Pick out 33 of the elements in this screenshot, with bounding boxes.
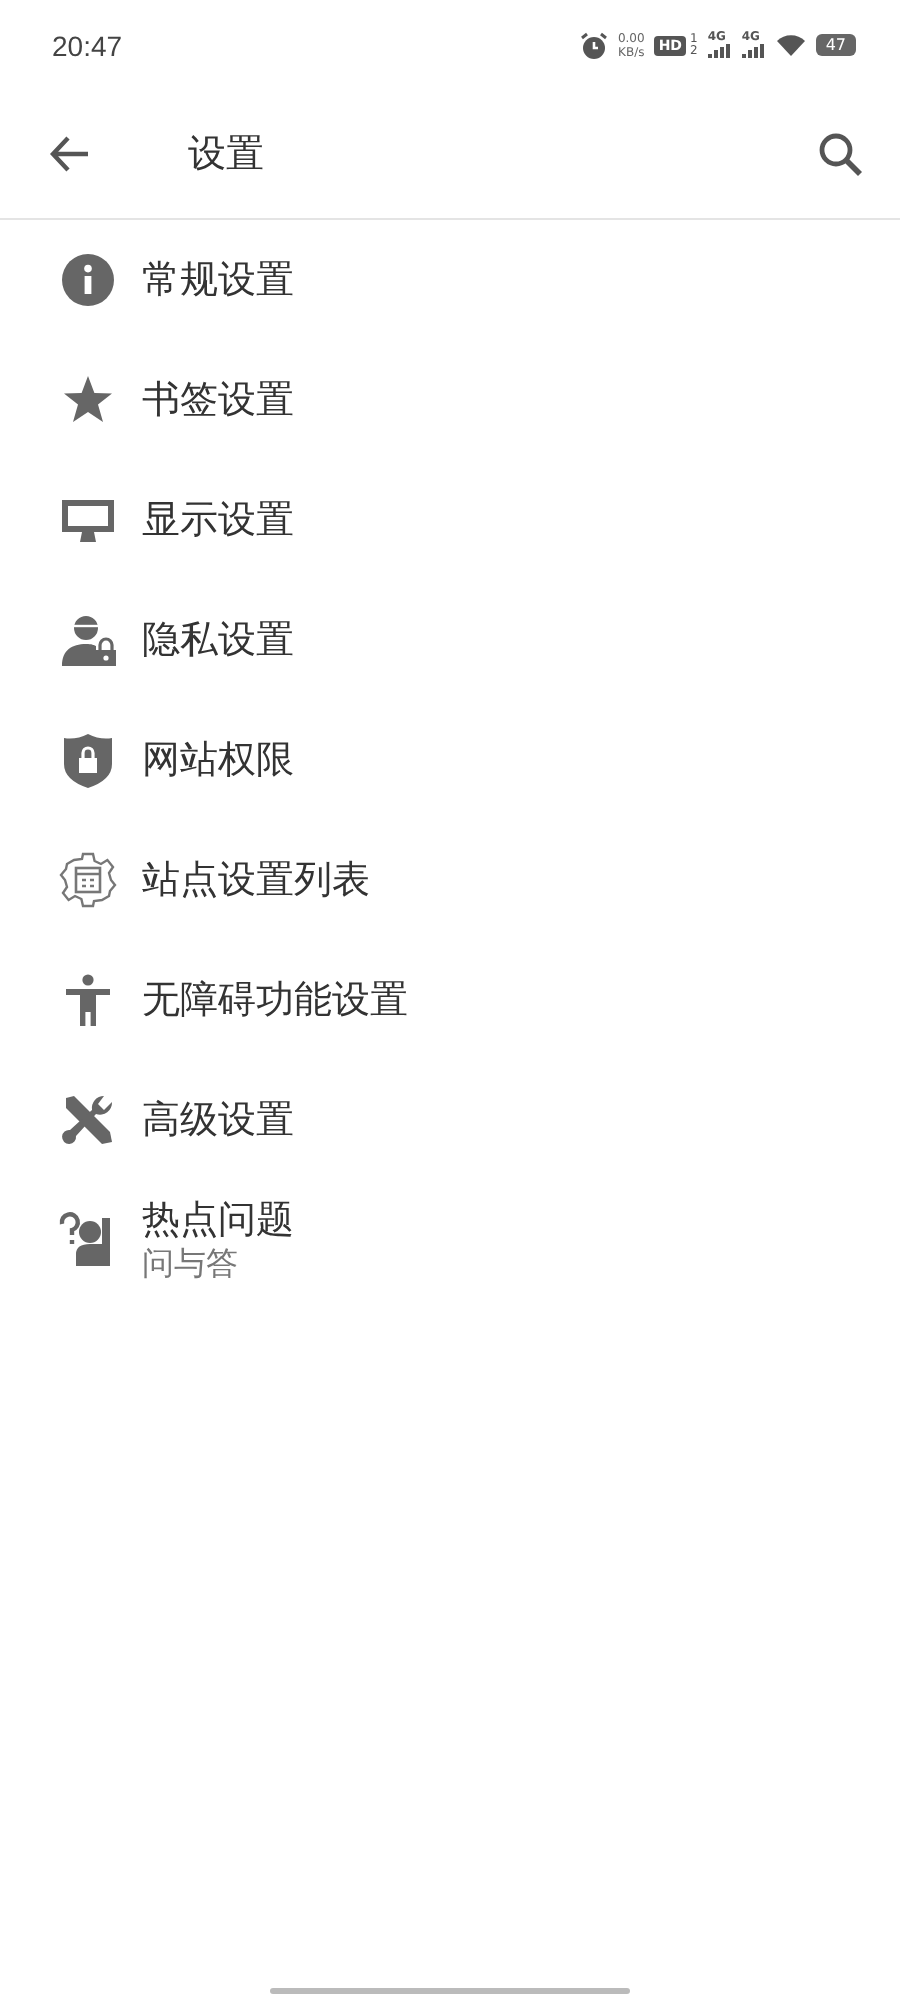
settings-item[interactable]: 站点设置列表 — [0, 820, 900, 940]
settings-item[interactable]: 网站权限 — [0, 700, 900, 820]
alarm-icon — [579, 31, 608, 59]
item-label: 隐私设置 — [142, 616, 294, 664]
wifi-icon — [775, 33, 806, 57]
item-label: 常规设置 — [142, 256, 294, 304]
info-icon — [58, 250, 118, 310]
wrench-screwdriver-icon — [58, 1090, 118, 1150]
settings-item[interactable]: 隐私设置 — [0, 580, 900, 700]
settings-item[interactable]: 书签设置 — [0, 340, 900, 460]
item-label: 无障碍功能设置 — [142, 976, 408, 1024]
page-title: 设置 — [188, 130, 264, 180]
item-label: 网站权限 — [142, 736, 294, 784]
back-arrow-icon — [48, 132, 92, 176]
item-label: 书签设置 — [142, 376, 294, 424]
item-label: 显示设置 — [142, 496, 294, 544]
gear-grid-icon — [58, 850, 118, 910]
status-time: 20:47 — [52, 29, 123, 61]
signal-icon — [707, 44, 732, 58]
settings-item[interactable]: 热点问题 问与答 — [0, 1180, 900, 1300]
settings-item[interactable]: 显示设置 — [0, 460, 900, 580]
item-label: 高级设置 — [142, 1096, 294, 1144]
search-icon — [816, 130, 864, 178]
signal-icon — [741, 44, 766, 58]
item-subtitle: 问与答 — [142, 1244, 240, 1284]
item-label: 热点问题 — [142, 1196, 294, 1244]
item-label: 站点设置列表 — [142, 856, 370, 904]
battery-indicator: 47 — [815, 34, 856, 56]
settings-item[interactable]: 常规设置 — [0, 220, 900, 340]
settings-item[interactable]: 高级设置 — [0, 1060, 900, 1180]
user-lock-icon — [58, 610, 118, 670]
settings-item[interactable]: 无障碍功能设置 — [0, 940, 900, 1060]
shield-lock-icon — [58, 730, 118, 790]
